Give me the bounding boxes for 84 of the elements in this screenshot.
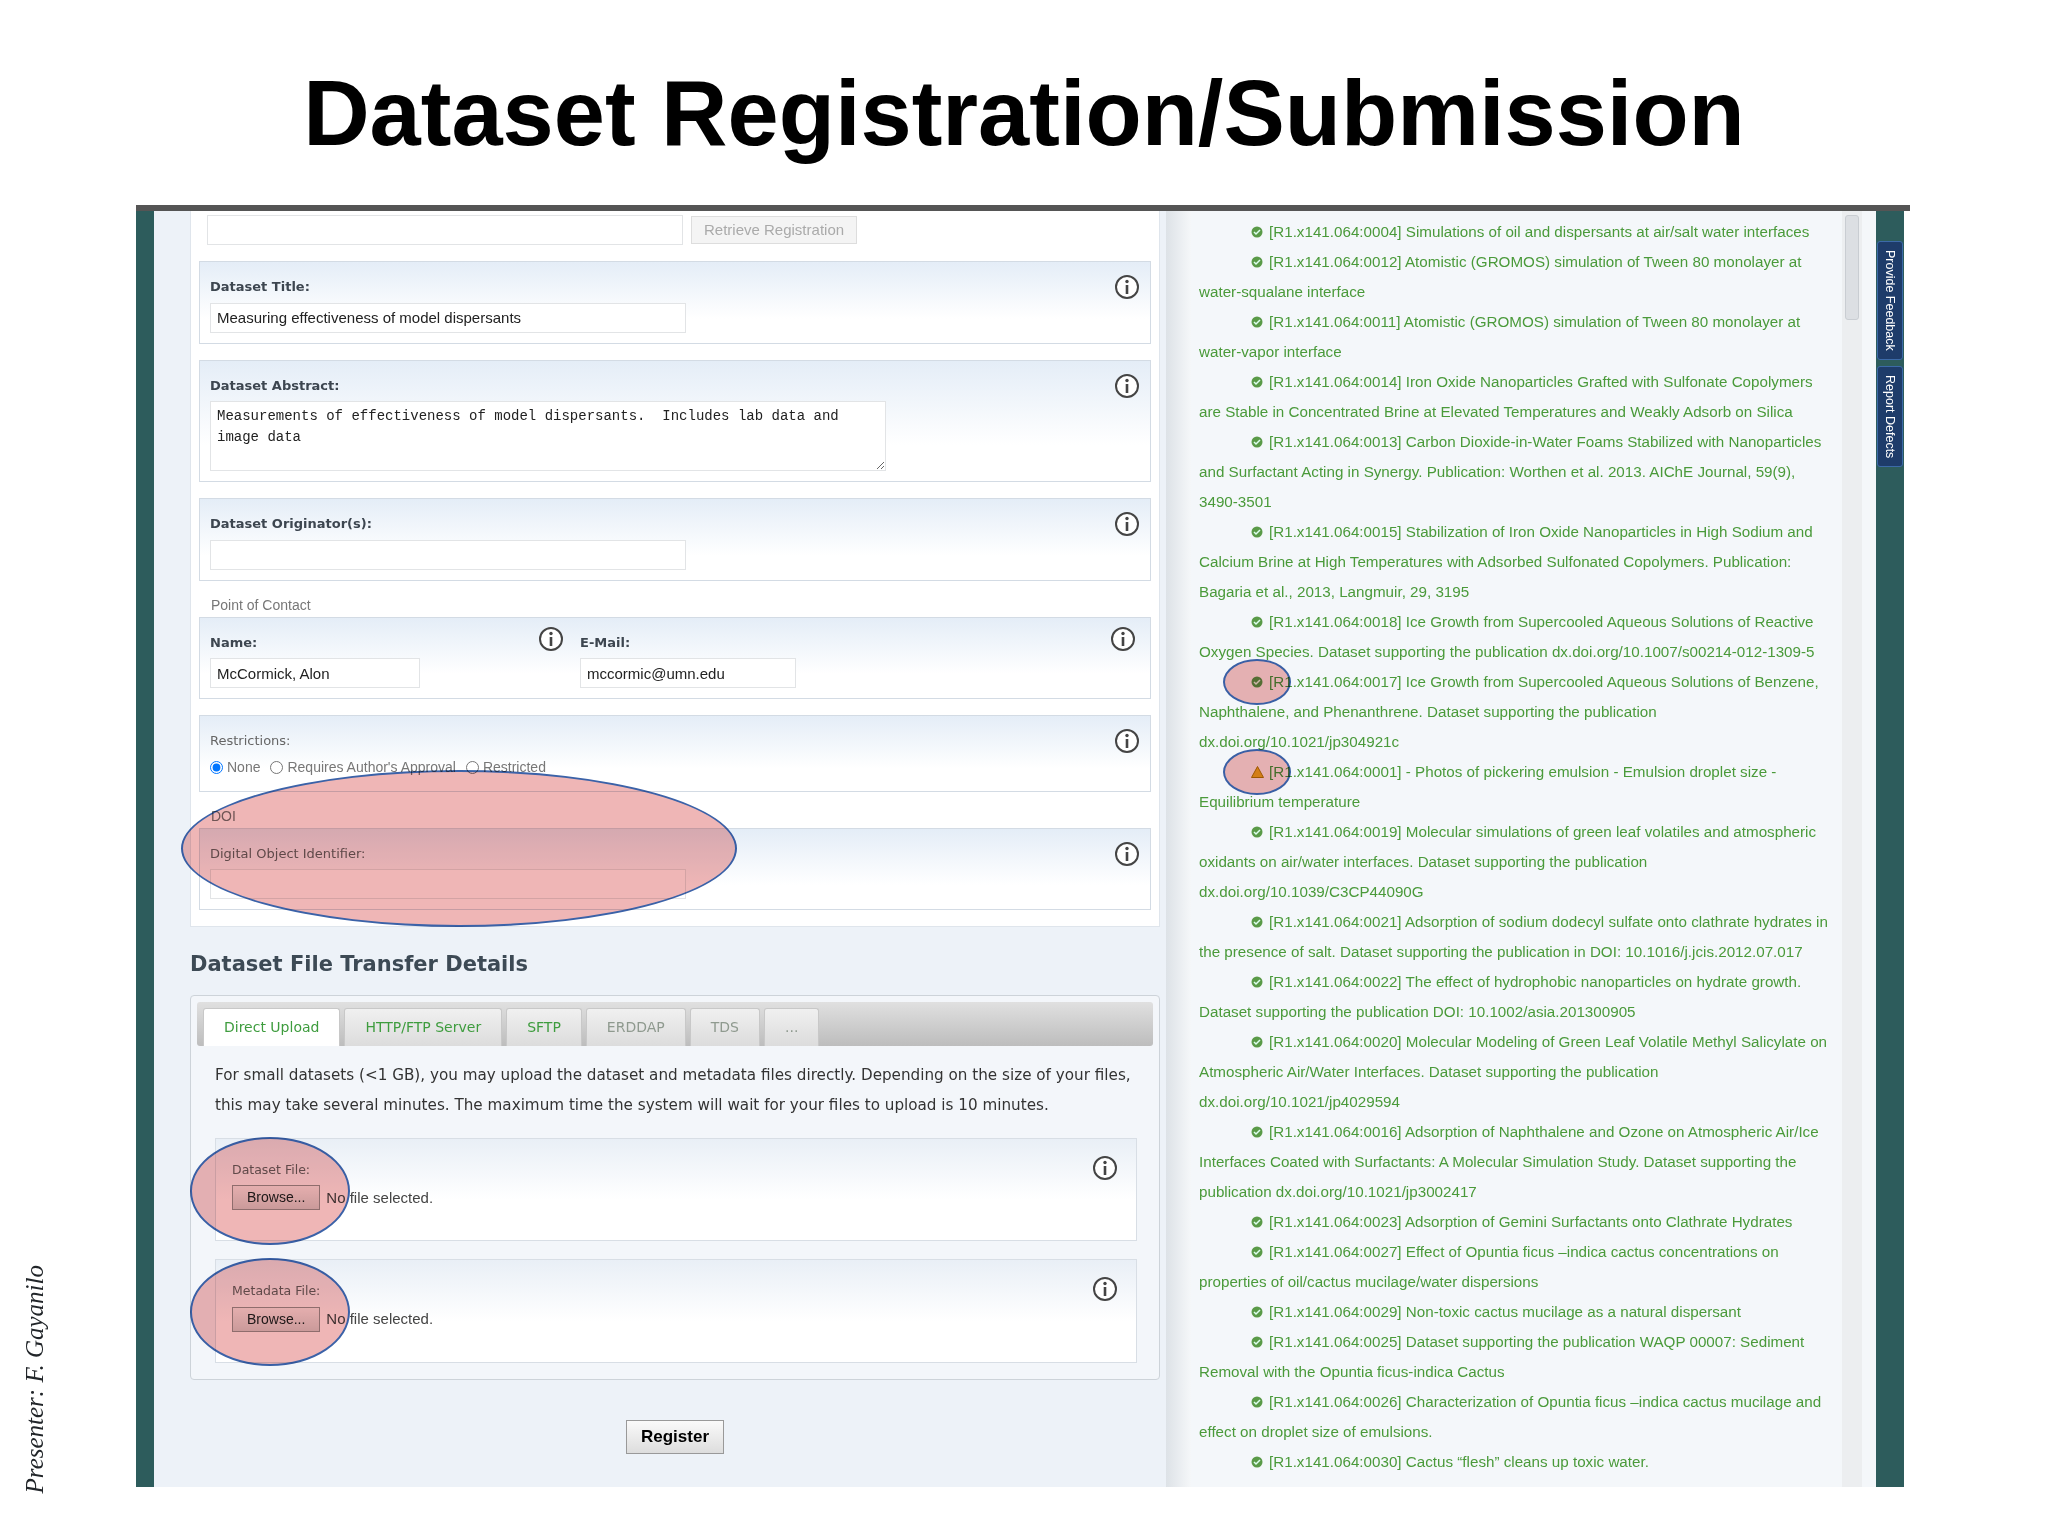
field-label: Restrictions: [210,732,291,750]
input-field[interactable]: McCormick, Alon [210,658,420,688]
dataset-link[interactable]: [R1.x141.064:0026] Characterization of Opuntia ficus –indica cactus mucilage and effect on droplet size of emulsions. [1199,1387,1834,1447]
info-icon[interactable] [1092,1154,1118,1181]
scrollbar-thumb[interactable] [1845,215,1859,320]
field-label: Dataset File: [232,1160,311,1179]
radio-button[interactable] [465,760,479,774]
field-label: Digital Object Identifier: [210,844,366,863]
status-dot-icon [1251,316,1263,328]
dataset-link[interactable]: [R1.x141.064:0015] Stabilization of Iron Oxide Nanoparticles in High Sodium and Calcium Brine at High Temperatures with Adsorbed Sulfonated Copolymers. Publication: Bagaria et al., 2013, Langmuir, 29, 3195 [1199,517,1834,607]
file-status: No file selected. [326,1187,434,1208]
input-field[interactable]: Measuring effectiveness of model dispersants [210,302,686,333]
info-icon[interactable] [538,625,564,652]
dataset-link[interactable]: [R1.x141.064:0004] Simulations of oil and dispersants at air/salt water interfaces [1199,217,1834,247]
status-dot-icon [1251,616,1263,628]
browse-button[interactable]: Browse... [232,1307,321,1332]
dataset-link[interactable]: [R1.x141.064:0021] Adsorption of sodium dodecyl sulfate onto clathrate hydrates in the presence of salt. Dataset supporting the publication in DOI: 10.1016/j.jcis.2012.07.017 [1199,907,1834,967]
dataset-link[interactable]: [R1.x141.064:0029] Non-toxic cactus mucilage as a natural dispersant [1199,1297,1834,1327]
dataset-link[interactable]: [R1.x141.064:0013] Carbon Dioxide-in-Water Foams Stabilized with Nanoparticles and Surfactant Acting in Synergy. Publication: Worthen et al. 2013. AIChE Journal, 59(9), 3490-3501 [1199,427,1834,517]
status-dot-icon [1251,256,1263,268]
info-icon[interactable] [1114,840,1140,867]
field-label: Dataset Title: [210,278,310,296]
text-area[interactable]: Measurements of effectiveness of model dispersants. Includes lab data and image data [210,401,886,471]
dataset-link[interactable]: [R1.x141.064:0012] Atomistic (GROMOS) simulation of Tween 80 monolayer at water-squalane interface [1199,247,1834,307]
status-dot-icon [1251,676,1263,688]
status-dot-icon [1251,826,1263,838]
radio-label[interactable]: Restricted [482,756,546,778]
info-icon[interactable] [1114,274,1140,300]
dataset-link[interactable]: [R1.x141.064:0027] Effect of Opuntia ficus –indica cactus concentrations on properties of oil/cactus mucilage/water dispersions [1199,1237,1834,1297]
radio-button[interactable] [210,760,223,774]
dataset-link[interactable]: [R1.x141.064:0014] Iron Oxide Nanoparticles Grafted with Sulfonate Copolymers are Stable in Concentrated Brine at Elevated Temperatures and Weakly Adsorb on Silica [1199,367,1834,427]
field-label: Dataset Originator(s): [210,515,372,533]
status-dot-icon [1251,1216,1263,1228]
radio-label[interactable]: None [227,756,261,778]
radio-label[interactable]: Requires Author's Approval [287,756,456,778]
info-icon[interactable] [1114,511,1140,537]
side-tab[interactable]: Provide Feedback [1876,241,1904,360]
status-dot-icon [1251,1456,1263,1468]
tab[interactable]: SFTP [506,1007,582,1046]
dataset-link[interactable]: [R1.x141.064:0011] Atomistic (GROMOS) simulation of Tween 80 monolayer at water-vapor interface [1199,307,1834,367]
dataset-link[interactable]: [R1.x141.064:0023] Adsorption of Gemini Surfactants onto Clathrate Hydrates [1199,1207,1834,1237]
input-field[interactable] [210,869,686,899]
description-text: For small datasets (<1 GB), you may upload the dataset and metadata files directly. Depending on the size of your files, this may take several minutes. The maximum time the system will wait for your files to upload is 10 minutes. [215,1064,1132,1116]
status-dot-icon [1251,436,1263,448]
dataset-link[interactable]: [R1.x141.064:0016] Adsorption of Naphthalene and Ozone on Atmospheric Air/Ice Interfaces Coated with Surfactants: A Molecular Simulation Study. Dataset supporting the publication dx.doi.org/10.1021/jp3002417 [1199,1117,1834,1207]
status-dot-icon [1251,1396,1263,1408]
tab[interactable]: Direct Upload [203,1007,341,1046]
field-label: Dataset Abstract: [210,376,340,395]
side-tab[interactable]: Report Defects [1876,365,1904,468]
section-heading: Dataset File Transfer Details [190,951,530,978]
status-dot-icon [1251,1126,1263,1138]
status-dot-icon [1251,1036,1263,1048]
browse-button[interactable]: Browse... [232,1185,321,1211]
field-label: Metadata File: [232,1282,321,1301]
status-dot-icon [1251,1336,1263,1348]
status-dot-icon [1251,526,1263,538]
info-icon[interactable] [1114,372,1140,399]
dataset-link[interactable]: [R1.x141.064:0025] Dataset supporting the publication WAQP 00007: Sediment Removal with the Opuntia ficus-indica Cactus [1199,1327,1834,1387]
info-icon[interactable] [1114,728,1140,754]
dataset-link[interactable]: [R1.x141.064:0018] Ice Growth from Supercooled Aqueous Solutions of Reactive Oxygen Species. Dataset supporting the publication dx.doi.org/10.1007/s00214-012-1309-5 [1199,607,1834,667]
register-button[interactable]: Register [626,1420,724,1454]
dataset-link[interactable]: [R1.x141.064:0022] The effect of hydrophobic nanoparticles on hydrate growth. Dataset supporting the publication DOI: 10.1002/asia.201300905 [1199,967,1834,1027]
status-dot-icon [1251,976,1263,988]
status-dot-icon [1251,916,1263,928]
info-icon[interactable] [1110,625,1136,652]
tab[interactable]: HTTP/FTP Server [344,1007,503,1046]
warning-icon [1251,766,1264,778]
field-label: Name: [210,633,258,652]
status-dot-icon [1251,1246,1263,1258]
info-icon[interactable] [1092,1276,1118,1303]
presenter-credit: Presenter: F. Gayanilo [20,1264,49,1493]
input-field[interactable]: mccormic@umn.edu [580,658,796,688]
dataset-link[interactable]: [R1.x141.064:0020] Molecular Modeling of Green Leaf Volatile Methyl Salicylate on Atmospheric Air/Water Interfaces. Dataset supporting the publication dx.doi.org/10.1021/jp4029594 [1199,1027,1834,1117]
field-label: E-Mail: [580,633,631,652]
file-status: No file selected. [326,1309,434,1330]
status-dot-icon [1251,1306,1263,1318]
dataset-link[interactable]: [R1.x141.064:0019] Molecular simulations of green leaf volatiles and atmospheric oxidants on air/water interfaces. Dataset supporting the publication dx.doi.org/10.1039/C3CP44090G [1199,817,1834,907]
input-field[interactable] [207,215,683,245]
radio-button[interactable] [270,760,284,774]
input-field[interactable] [210,539,686,570]
status-dot-icon [1251,226,1263,238]
slide-title: Dataset Registration/Submission [303,61,1745,167]
status-dot-icon [1251,376,1263,388]
dataset-link[interactable]: [R1.x141.064:0030] Cactus “flesh” cleans up toxic water. [1199,1447,1834,1477]
